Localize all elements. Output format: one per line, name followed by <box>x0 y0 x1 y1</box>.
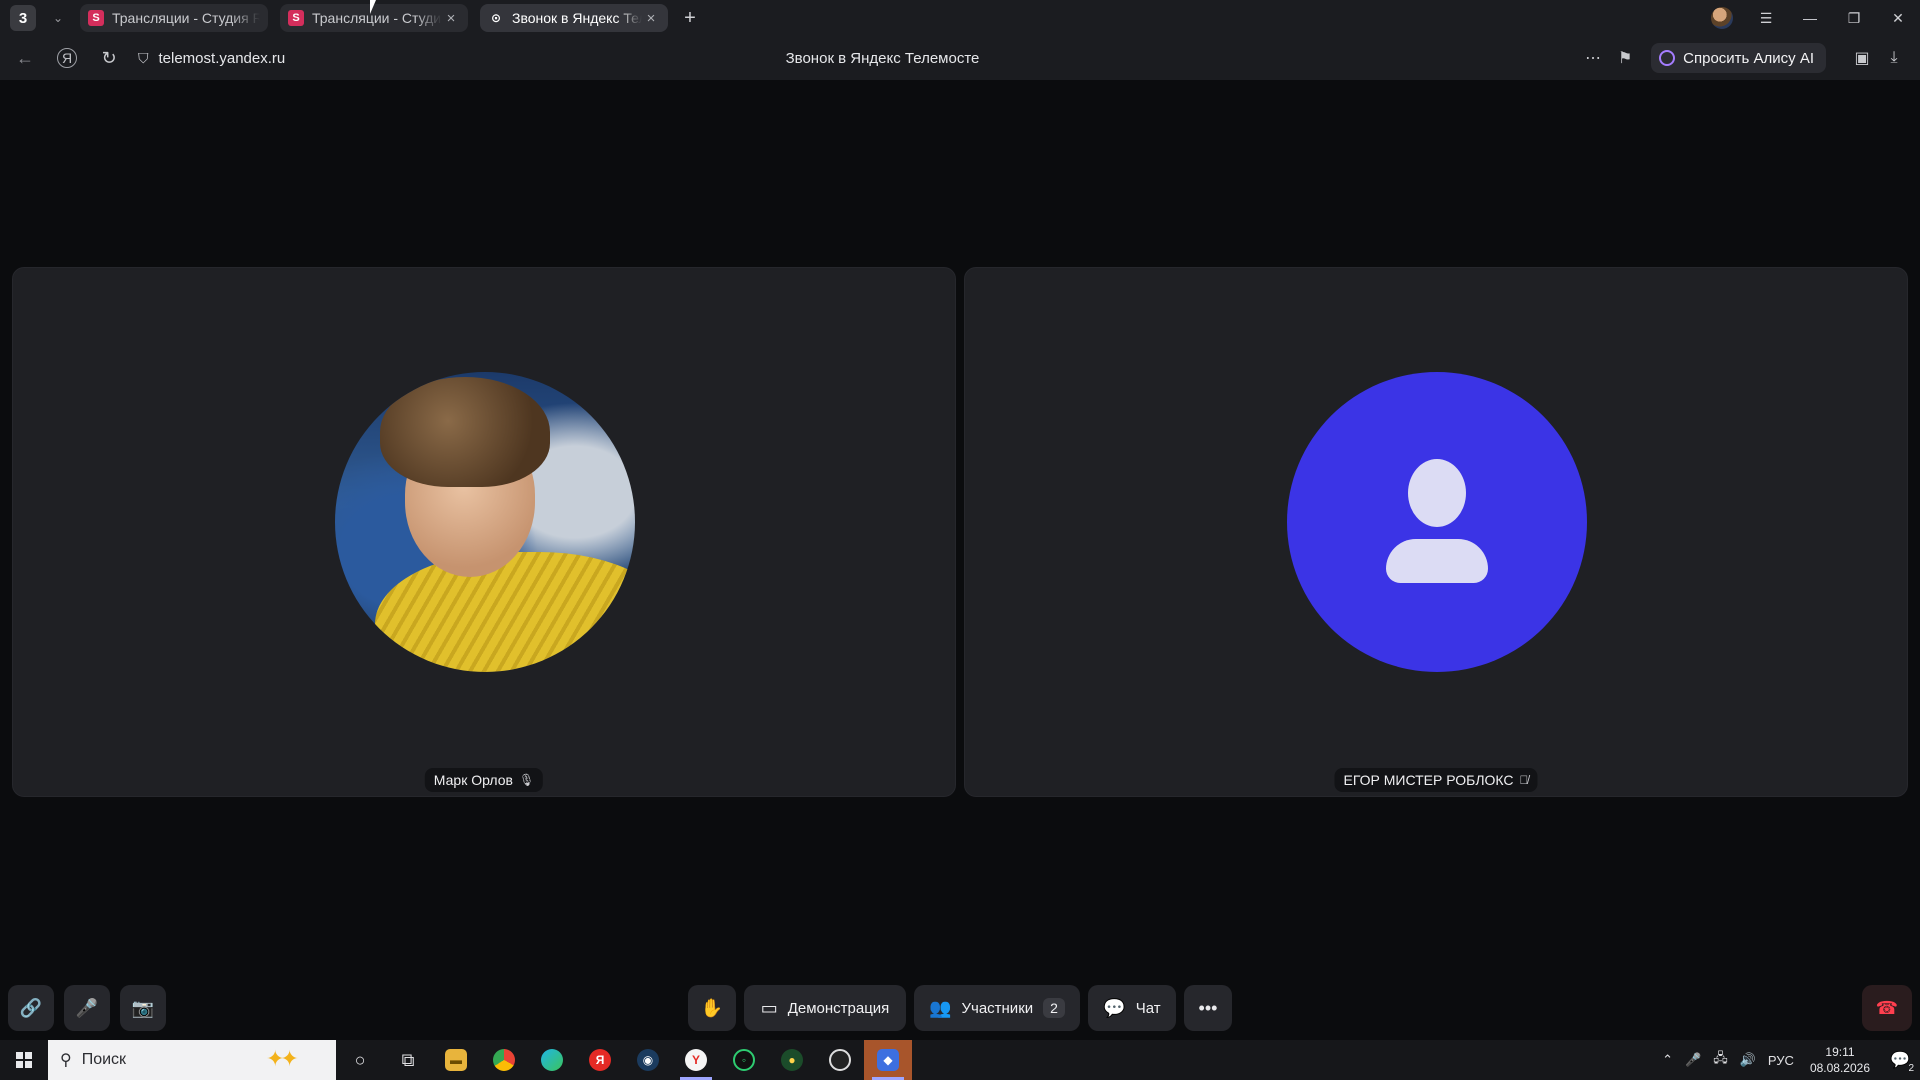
window-controls: ☰ — ❐ ✕ <box>1700 0 1920 36</box>
yandex-icon[interactable]: Я <box>576 1040 624 1080</box>
network-icon[interactable]: 🖧 <box>1707 1040 1734 1080</box>
screen-share-icon: ▭ <box>760 997 778 1018</box>
notifications-count: 2 <box>1908 1063 1914 1074</box>
file-explorer-icon[interactable]: ▬ <box>432 1040 480 1080</box>
ask-alice-button[interactable]: Спросить Алису AI <box>1651 43 1826 73</box>
microphone-icon: 🎤 <box>75 997 99 1018</box>
more-dots-icon: ••• <box>1198 997 1218 1018</box>
participants-button[interactable]: 👥 Участники 2 <box>914 985 1080 1031</box>
more-options-button[interactable]: ••• <box>1184 985 1232 1031</box>
task-view-icon[interactable]: ⧉ <box>384 1040 432 1080</box>
search-icon: ⚲ <box>60 1052 72 1069</box>
notifications-icon: 💬 <box>1890 1052 1910 1069</box>
telemost-icon: ⊙ <box>490 11 502 25</box>
participants-count-badge: 2 <box>1043 998 1065 1018</box>
participant-avatar-photo <box>335 372 635 672</box>
hang-up-icon: ☎ <box>1875 997 1899 1018</box>
tabs-dropdown-icon[interactable]: ⌄ <box>48 8 68 28</box>
notifications-button[interactable]: 💬 2 <box>1880 1040 1920 1080</box>
address-bar-actions: ⋯ ⚑ Спросить Алису AI ▣ ⤓ <box>1577 36 1920 80</box>
rutube-studio-icon: S <box>88 10 104 26</box>
minimize-icon[interactable]: — <box>1788 0 1832 36</box>
browser-tab-strip: 3 ⌄ S Трансляции - Студия RUTUBE S Транс… <box>0 0 1920 36</box>
participants-label: Участники <box>961 999 1034 1017</box>
participant-name: ЕГОР МИСТЕР РОБЛОКС <box>1343 772 1514 788</box>
link-icon: 🔗 <box>19 997 43 1018</box>
rutube-studio-icon: S <box>288 10 304 26</box>
participant-tile[interactable]: Марк Орлов 🎙 <box>12 267 956 797</box>
yandex-browser-icon[interactable]: Y <box>672 1040 720 1080</box>
microphone-muted-icon: 🎙̸ <box>1519 773 1529 787</box>
user-silhouette-icon <box>1408 459 1466 527</box>
app-green-icon[interactable]: ◦ <box>720 1040 768 1080</box>
bookmark-icon[interactable]: ⚑ <box>1609 42 1641 74</box>
raise-hand-button[interactable]: ✋ <box>688 985 736 1031</box>
chat-button[interactable]: 💬 Чат <box>1088 985 1176 1031</box>
close-window-icon[interactable]: ✕ <box>1876 0 1920 36</box>
chat-label: Чат <box>1135 999 1161 1017</box>
clock-time: 19:11 <box>1825 1045 1855 1059</box>
mouse-cursor <box>370 0 376 14</box>
clock[interactable]: 19:11 08.08.2026 <box>1800 1044 1880 1076</box>
participant-name-badge: ЕГОР МИСТЕР РОБЛОКС 🎙̸ <box>1334 768 1538 792</box>
tab-title: Трансляции - Студия RUTUBE <box>112 10 260 26</box>
more-dots-icon[interactable]: ⋯ <box>1577 42 1609 74</box>
copy-link-button[interactable]: 🔗 <box>8 985 54 1031</box>
participant-name-badge: Марк Орлов 🎙 <box>424 768 544 792</box>
alice-icon <box>1659 50 1676 66</box>
call-controls-bar: 🔗 🎤 📷 ✋ ▭ Демонстрация 👥 Участники 2 💬 Ч… <box>0 983 1920 1033</box>
address-bar: ← Я ↻ ⛉ telemost.yandex.ru Звонок в Янде… <box>0 36 1920 80</box>
participant-avatar-placeholder <box>1287 372 1587 672</box>
cortana-icon[interactable]: ○ <box>336 1040 384 1080</box>
screenshare-label: Демонстрация <box>787 999 890 1017</box>
chat-icon: 💬 <box>1103 997 1126 1018</box>
edge-icon[interactable] <box>528 1040 576 1080</box>
camera-toggle-button[interactable]: 📷 <box>120 985 166 1031</box>
microphone-icon: 🎙 <box>518 773 535 787</box>
participant-name: Марк Орлов <box>433 772 513 788</box>
participant-tile[interactable]: ЕГОР МИСТЕР РОБЛОКС 🎙̸ <box>964 267 1908 797</box>
taskbar-search[interactable]: ⚲ Поиск ✦✦ <box>48 1040 336 1080</box>
restore-icon[interactable]: ❐ <box>1832 0 1876 36</box>
search-highlight-icon: ✦✦ <box>266 1046 299 1071</box>
menu-icon[interactable]: ☰ <box>1744 0 1788 36</box>
tab-close-icon[interactable]: × <box>642 10 660 27</box>
microphone-toggle-button[interactable]: 🎤 <box>64 985 110 1031</box>
app-ring-icon[interactable] <box>816 1040 864 1080</box>
new-tab-icon[interactable]: + <box>678 6 702 30</box>
tab-title: Трансляции - Студия RUTUBE <box>312 10 442 26</box>
volume-icon[interactable]: 🔊 <box>1734 1040 1762 1080</box>
people-icon: 👥 <box>929 997 952 1018</box>
tray-microphone-icon[interactable]: 🎤 <box>1679 1040 1707 1080</box>
call-stage: Марк Орлов 🎙 ЕГОР МИСТЕР РОБЛОКС 🎙̸ 🔗 🎤 … <box>0 80 1920 1040</box>
search-placeholder: Поиск <box>81 1051 127 1068</box>
start-button[interactable] <box>0 1040 48 1080</box>
chrome-icon[interactable] <box>480 1040 528 1080</box>
camera-off-icon: 📷 <box>131 997 155 1018</box>
windows-taskbar: ⚲ Поиск ✦✦ ○ ⧉ ▬ Я ◉ Y ◦ ● ◆ ⌃ 🎤 🖧 🔊 РУС… <box>0 1040 1920 1080</box>
page-title: Звонок в Яндекс Телемосте <box>785 49 980 67</box>
tab-title: Звонок в Яндекс Телемосте <box>512 10 642 26</box>
end-call-button[interactable]: ☎ <box>1862 985 1912 1031</box>
collections-icon[interactable]: ▣ <box>1846 42 1878 74</box>
ask-alice-label: Спросить Алису AI <box>1683 49 1814 67</box>
downloads-icon[interactable]: ⤓ <box>1878 42 1910 74</box>
tab-telemost[interactable]: ⊙ Звонок в Яндекс Телемосте × <box>480 4 668 32</box>
language-indicator[interactable]: РУС <box>1762 1040 1800 1080</box>
hand-icon: ✋ <box>700 997 724 1018</box>
screenshare-button[interactable]: ▭ Демонстрация <box>744 985 906 1031</box>
screen: 3 ⌄ S Трансляции - Студия RUTUBE S Транс… <box>0 0 1920 1080</box>
app-globe-icon[interactable]: ● <box>768 1040 816 1080</box>
tab-rutube-1[interactable]: S Трансляции - Студия RUTUBE <box>80 4 268 32</box>
profile-avatar[interactable] <box>1700 0 1744 36</box>
steam-icon[interactable]: ◉ <box>624 1040 672 1080</box>
clock-date: 08.08.2026 <box>1809 1061 1870 1075</box>
system-tray: ⌃ 🎤 🖧 🔊 РУС 19:11 08.08.2026 💬 2 <box>1656 1040 1920 1080</box>
app-blue-icon[interactable]: ◆ <box>864 1040 912 1080</box>
tab-close-icon[interactable]: × <box>442 10 460 27</box>
tray-expand-icon[interactable]: ⌃ <box>1656 1040 1679 1080</box>
windows-logo-icon <box>16 1052 32 1068</box>
tab-counter[interactable]: 3 <box>10 5 36 31</box>
